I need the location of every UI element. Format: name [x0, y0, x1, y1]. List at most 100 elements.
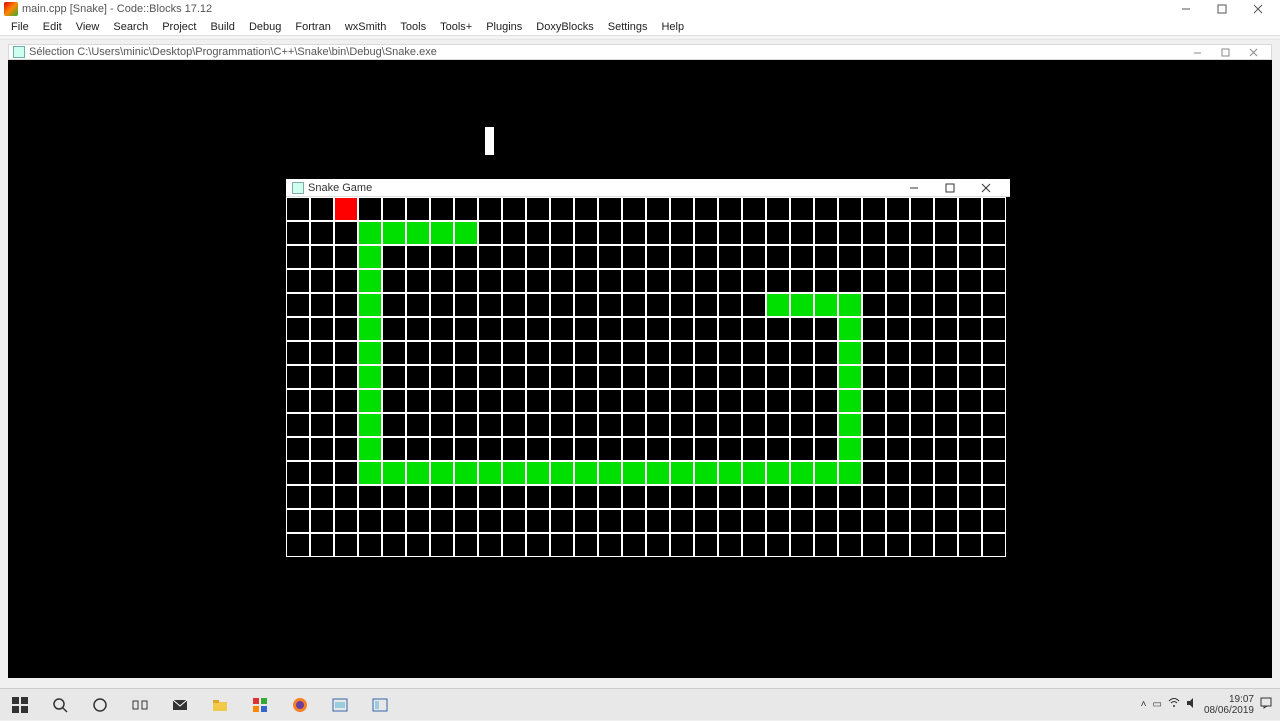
empty-cell — [382, 317, 406, 341]
menu-edit[interactable]: Edit — [36, 21, 69, 33]
menu-wxsmith[interactable]: wxSmith — [338, 21, 394, 33]
explorer-icon[interactable] — [200, 689, 240, 721]
empty-cell — [694, 365, 718, 389]
empty-cell — [622, 365, 646, 389]
empty-cell — [694, 485, 718, 509]
doc-minimize-button[interactable] — [1183, 45, 1211, 59]
empty-cell — [934, 293, 958, 317]
empty-cell — [718, 293, 742, 317]
snake-window[interactable]: Snake Game — [286, 179, 1010, 557]
snake-segment — [766, 293, 790, 317]
menu-file[interactable]: File — [4, 21, 36, 33]
task-app-icon-1[interactable] — [320, 689, 360, 721]
taskview-icon[interactable] — [120, 689, 160, 721]
empty-cell — [766, 365, 790, 389]
minimize-button[interactable] — [1168, 1, 1204, 17]
menu-help[interactable]: Help — [654, 21, 691, 33]
menu-fortran[interactable]: Fortran — [288, 21, 337, 33]
menu-plugins[interactable]: Plugins — [479, 21, 529, 33]
empty-cell — [886, 365, 910, 389]
empty-cell — [790, 317, 814, 341]
menu-view[interactable]: View — [69, 21, 107, 33]
snake-maximize-button[interactable] — [932, 180, 968, 196]
empty-cell — [406, 341, 430, 365]
empty-cell — [718, 245, 742, 269]
notification-icon[interactable] — [1260, 697, 1272, 712]
empty-cell — [622, 437, 646, 461]
empty-cell — [694, 269, 718, 293]
empty-cell — [358, 197, 382, 221]
empty-cell — [598, 509, 622, 533]
empty-cell — [814, 389, 838, 413]
empty-cell — [310, 293, 334, 317]
empty-cell — [814, 317, 838, 341]
doc-maximize-button[interactable] — [1211, 45, 1239, 59]
snake-segment — [742, 461, 766, 485]
empty-cell — [478, 245, 502, 269]
empty-cell — [742, 293, 766, 317]
empty-cell — [766, 533, 790, 557]
empty-cell — [310, 413, 334, 437]
food-cell — [334, 197, 358, 221]
empty-cell — [862, 437, 886, 461]
system-tray[interactable]: ˄ ▭ 19:07 08/06/2019 — [1133, 694, 1280, 716]
empty-cell — [382, 293, 406, 317]
firefox-icon[interactable] — [280, 689, 320, 721]
mail-icon[interactable] — [160, 689, 200, 721]
empty-cell — [502, 485, 526, 509]
snake-close-button[interactable] — [968, 180, 1004, 196]
empty-cell — [718, 269, 742, 293]
empty-cell — [502, 197, 526, 221]
close-button[interactable] — [1240, 1, 1276, 17]
empty-cell — [862, 293, 886, 317]
empty-cell — [430, 245, 454, 269]
empty-cell — [598, 269, 622, 293]
snake-minimize-button[interactable] — [896, 180, 932, 196]
menu-debug[interactable]: Debug — [242, 21, 288, 33]
empty-cell — [478, 413, 502, 437]
empty-cell — [574, 485, 598, 509]
empty-cell — [454, 245, 478, 269]
empty-cell — [862, 317, 886, 341]
cortana-icon[interactable] — [80, 689, 120, 721]
game-board[interactable] — [286, 197, 1010, 557]
empty-cell — [766, 269, 790, 293]
empty-cell — [934, 461, 958, 485]
volume-icon[interactable] — [1186, 697, 1198, 712]
menu-search[interactable]: Search — [106, 21, 155, 33]
snake-segment — [838, 413, 862, 437]
menu-tools[interactable]: Tools — [393, 21, 433, 33]
battery-icon[interactable]: ▭ — [1152, 699, 1161, 710]
snake-segment — [358, 389, 382, 413]
codeblocks-icon[interactable] — [240, 689, 280, 721]
start-button[interactable] — [0, 689, 40, 721]
menu-project[interactable]: Project — [155, 21, 203, 33]
maximize-button[interactable] — [1204, 1, 1240, 17]
doc-close-button[interactable] — [1239, 45, 1267, 59]
empty-cell — [646, 437, 670, 461]
snake-segment — [454, 461, 478, 485]
menu-doxyblocks[interactable]: DoxyBlocks — [529, 21, 600, 33]
empty-cell — [982, 533, 1006, 557]
empty-cell — [910, 365, 934, 389]
empty-cell — [910, 509, 934, 533]
snake-segment — [478, 461, 502, 485]
tray-chevron-icon[interactable]: ˄ — [1141, 699, 1147, 710]
empty-cell — [382, 365, 406, 389]
menu-settings[interactable]: Settings — [601, 21, 655, 33]
task-app-icon-2[interactable] — [360, 689, 400, 721]
empty-cell — [286, 365, 310, 389]
empty-cell — [310, 197, 334, 221]
menu-build[interactable]: Build — [203, 21, 241, 33]
menu-toolsplus[interactable]: Tools+ — [433, 21, 479, 33]
search-icon[interactable] — [40, 689, 80, 721]
empty-cell — [742, 221, 766, 245]
snake-titlebar[interactable]: Snake Game — [286, 179, 1010, 197]
empty-cell — [454, 293, 478, 317]
wifi-icon[interactable] — [1168, 697, 1180, 712]
empty-cell — [790, 365, 814, 389]
empty-cell — [334, 485, 358, 509]
clock[interactable]: 19:07 08/06/2019 — [1204, 694, 1254, 716]
empty-cell — [286, 389, 310, 413]
empty-cell — [910, 293, 934, 317]
